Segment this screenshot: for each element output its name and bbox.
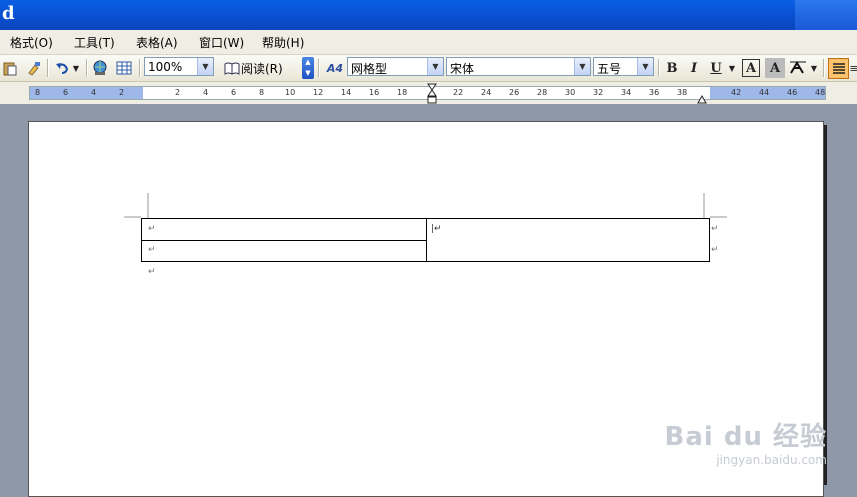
watermark: Bai du 经验 jingyan.baidu.com [665, 416, 828, 467]
watermark-url: jingyan.baidu.com [716, 453, 827, 467]
watermark-brand: Bai du 经验 [664, 422, 827, 452]
paragraph-mark[interactable]: ↵ [148, 267, 156, 277]
row-end-mark: ↵ [711, 245, 719, 255]
text-cursor-cell[interactable]: |↵ [431, 224, 442, 234]
table-row-border [142, 240, 426, 241]
document-table[interactable] [141, 218, 710, 262]
cell-end-mark[interactable]: ↵ [148, 224, 156, 234]
row-end-mark: ↵ [711, 224, 719, 234]
cell-end-mark[interactable]: ↵ [148, 245, 156, 255]
table-column-border [426, 219, 427, 261]
